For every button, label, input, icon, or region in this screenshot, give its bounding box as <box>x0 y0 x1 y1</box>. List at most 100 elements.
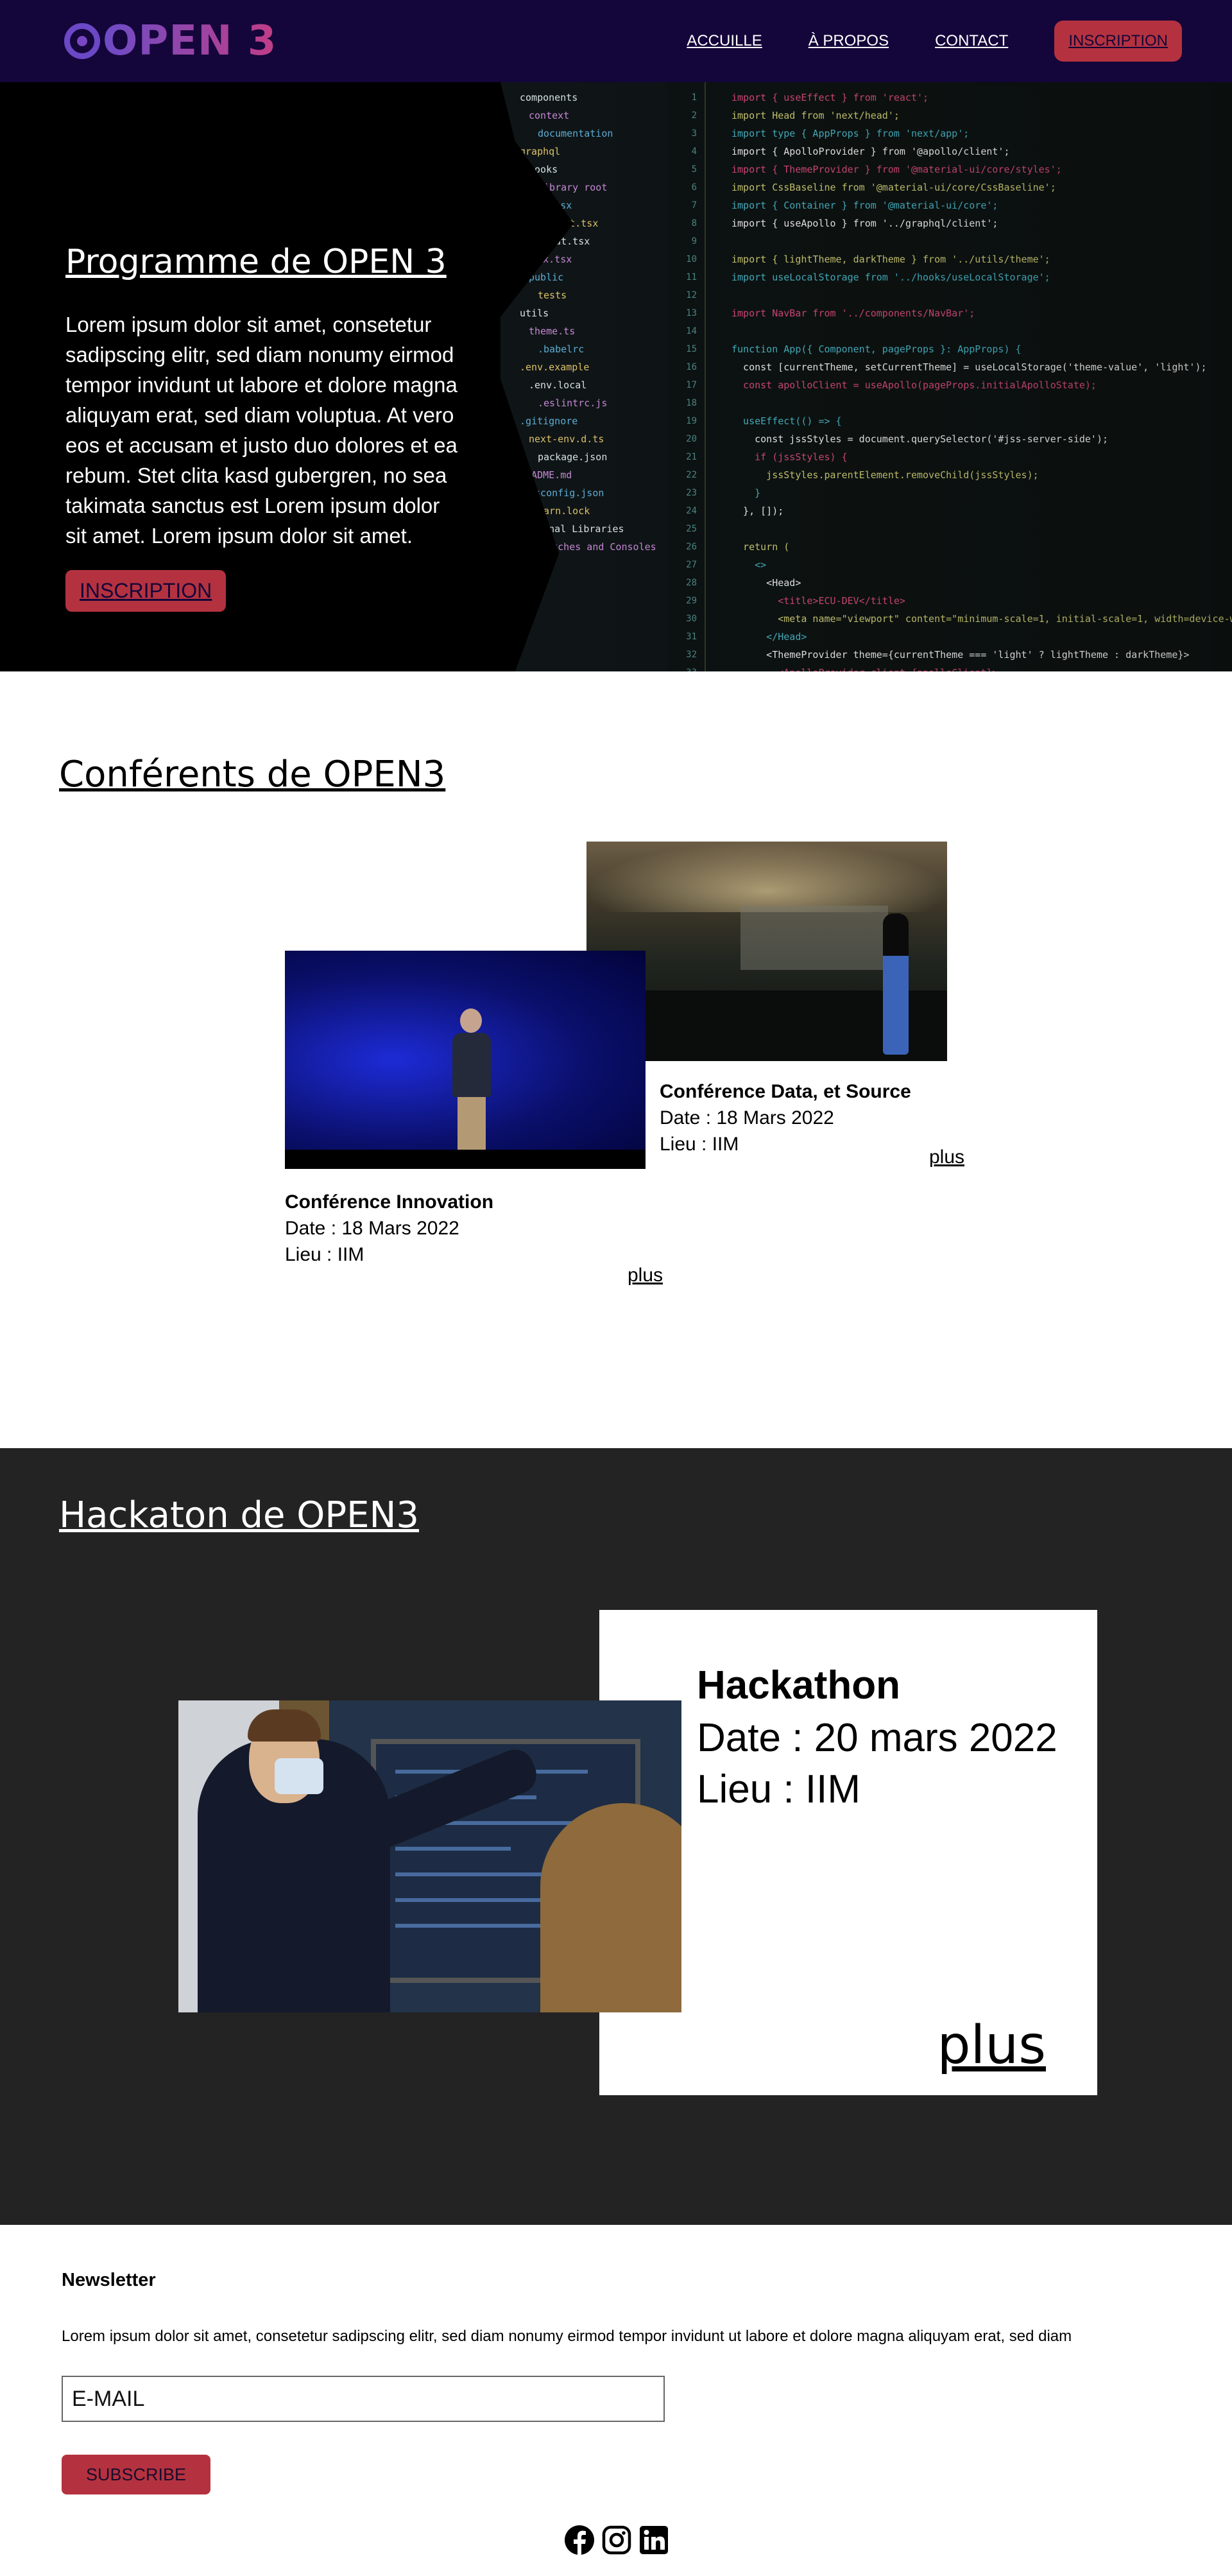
conferents-section: Conférents de OPEN3 Conférence Data, et … <box>0 671 1232 1448</box>
conferents-title: Conférents de OPEN3 <box>59 754 446 795</box>
line-number: 1 <box>691 92 697 103</box>
line-number: 30 <box>686 614 697 624</box>
nav-link-contact[interactable]: CONTACT <box>935 32 1008 50</box>
line-number: 6 <box>691 182 697 193</box>
file-tree-item: External Libraries <box>520 523 624 535</box>
code-line: import { Container } from '@material-ui/… <box>732 200 998 211</box>
line-number: 32 <box>686 650 697 660</box>
code-line: <ThemeProvider theme={currentTheme === '… <box>732 649 1190 661</box>
conference-innovation-more-link[interactable]: plus <box>628 1265 663 1286</box>
hero-inscription-button[interactable]: INSCRIPTION <box>65 570 227 612</box>
code-line: import useLocalStorage from '../hooks/us… <box>732 272 1050 283</box>
line-numbers: 1 2 3 4 5 6 7 8 9 10 11 12 13 14 15 16 17 18 19 20 21 22 23 24 2… <box>667 82 706 671</box>
code-line: <meta name="viewport" content="minimum-s… <box>732 613 1232 625</box>
newsletter-text: Lorem ipsum dolor sit amet, consetetur s… <box>62 2328 1072 2345</box>
file-tree-item: package.json <box>538 451 608 463</box>
file-tree-item: .env.local <box>529 379 587 391</box>
file-tree-item: yarn.lock <box>538 505 590 517</box>
screen-text-line <box>395 1898 549 1902</box>
screen-text-line <box>395 1847 511 1851</box>
file-tree-item: index.tsx <box>520 254 572 265</box>
code-line: }, []); <box>732 505 784 517</box>
card-place: Lieu : IIM <box>285 1244 364 1265</box>
subscribe-button[interactable]: SUBSCRIBE <box>62 2455 210 2494</box>
line-number: 25 <box>686 524 697 534</box>
line-number: 14 <box>686 326 697 336</box>
code-line: return ( <box>732 541 790 553</box>
code-line: <ApolloProvider client={apolloClient}> <box>732 664 1232 671</box>
nav-link-accueil[interactable]: ACCUILLE <box>687 32 762 50</box>
facebook-icon[interactable] <box>563 2524 595 2556</box>
email-field[interactable] <box>62 2376 665 2422</box>
line-number: 2 <box>691 110 697 121</box>
file-tree-item: .env.example <box>520 361 590 373</box>
line-number: 26 <box>686 542 697 552</box>
file-tree-item: next-env.d.ts <box>529 433 604 445</box>
top-navigation: OPEN 3 ACCUILLE À PROPOS CONTACT INSCRIP… <box>0 0 1232 82</box>
line-number: 10 <box>686 254 697 264</box>
open3-logo[interactable]: OPEN 3 <box>64 17 277 65</box>
hero-text: Lorem ipsum dolor sit amet, consetetur s… <box>65 313 458 548</box>
line-number: 33 <box>667 664 697 671</box>
line-number: 24 <box>686 506 697 516</box>
conference-innovation-info: Conférence Innovation Date : 18 Mars 202… <box>285 1189 493 1268</box>
newsletter-section: Newsletter Lorem ipsum dolor sit amet, c… <box>0 2225 1232 2566</box>
file-tree-item: index.tsx <box>520 200 572 211</box>
line-number: 4 <box>691 146 697 157</box>
line-number: 11 <box>686 272 697 282</box>
hero-title: Programme de OPEN 3 <box>65 243 447 281</box>
hackathon-date: Date : 20 mars 2022 <box>697 1716 1057 1760</box>
conference-data-more-link[interactable]: plus <box>929 1146 964 1168</box>
conference-data-info: Conférence Data, et Source Date : 18 Mar… <box>660 1078 911 1157</box>
line-number: 27 <box>686 560 697 570</box>
code-line: import CssBaseline from '@material-ui/co… <box>732 182 1056 193</box>
speaker-torso <box>452 1033 491 1097</box>
linkedin-icon[interactable] <box>638 2524 670 2556</box>
hackathon-more-link[interactable]: plus <box>937 2015 1046 2076</box>
file-tree-item: about.tsx <box>538 236 590 247</box>
line-number: 13 <box>686 308 697 318</box>
code-line: import { ThemeProvider } from '@material… <box>732 164 1062 175</box>
file-tree-item: library root <box>538 182 608 193</box>
file-tree: components context documentation graphql hoo… <box>501 82 667 671</box>
nav-inscription-button[interactable]: INSCRIPTION <box>1054 21 1182 62</box>
card-title: Conférence Innovation <box>285 1191 494 1213</box>
code-line: </Head> <box>732 631 807 643</box>
code-line: jssStyles.parentElement.removeChild(jssS… <box>732 469 1039 481</box>
code-line: } <box>732 487 761 499</box>
file-tree-item: documentation <box>538 128 613 139</box>
code-line: import { useApollo } from '../graphql/cl… <box>732 218 998 229</box>
code-listing: import { useEffect } from 'react'; import… <box>706 82 1232 671</box>
file-tree-item: tsconfig.json <box>529 487 604 499</box>
code-line: import { lightTheme, darkTheme } from '.… <box>732 254 1050 265</box>
file-tree-item: Scratches and Consoles <box>529 541 656 553</box>
card-date: Date : 18 Mars 2022 <box>285 1218 459 1239</box>
code-line: import { useEffect } from 'react'; <box>732 92 929 103</box>
nav-link-a-propos[interactable]: À PROPOS <box>809 32 889 50</box>
code-line: useEffect(() => { <box>732 415 842 427</box>
speaker-head <box>460 1008 482 1033</box>
line-number: 3 <box>691 128 697 139</box>
code-line: const apolloClient = useApollo(pageProps… <box>732 379 1097 391</box>
code-line: <title>ECU-DEV</title> <box>732 595 905 607</box>
file-tree-item: hooks <box>529 164 558 175</box>
hackathon-photo <box>178 1700 681 2012</box>
line-number: 23 <box>686 488 697 498</box>
file-tree-item: tests <box>538 290 567 301</box>
instagram-icon[interactable] <box>601 2524 633 2556</box>
card-place: Lieu : IIM <box>660 1134 739 1155</box>
code-line: function App({ Component, pageProps }: A… <box>732 343 1022 355</box>
line-number: 19 <box>686 416 697 426</box>
speaker-figure <box>452 1008 491 1169</box>
line-number: 17 <box>686 380 697 390</box>
code-line: if (jssStyles) { <box>732 451 848 463</box>
code-line: import Head from 'next/head'; <box>732 110 900 121</box>
line-number: 7 <box>691 200 697 211</box>
hackathon-place: Lieu : IIM <box>697 1767 860 1811</box>
file-tree-item: README.md <box>520 469 572 481</box>
